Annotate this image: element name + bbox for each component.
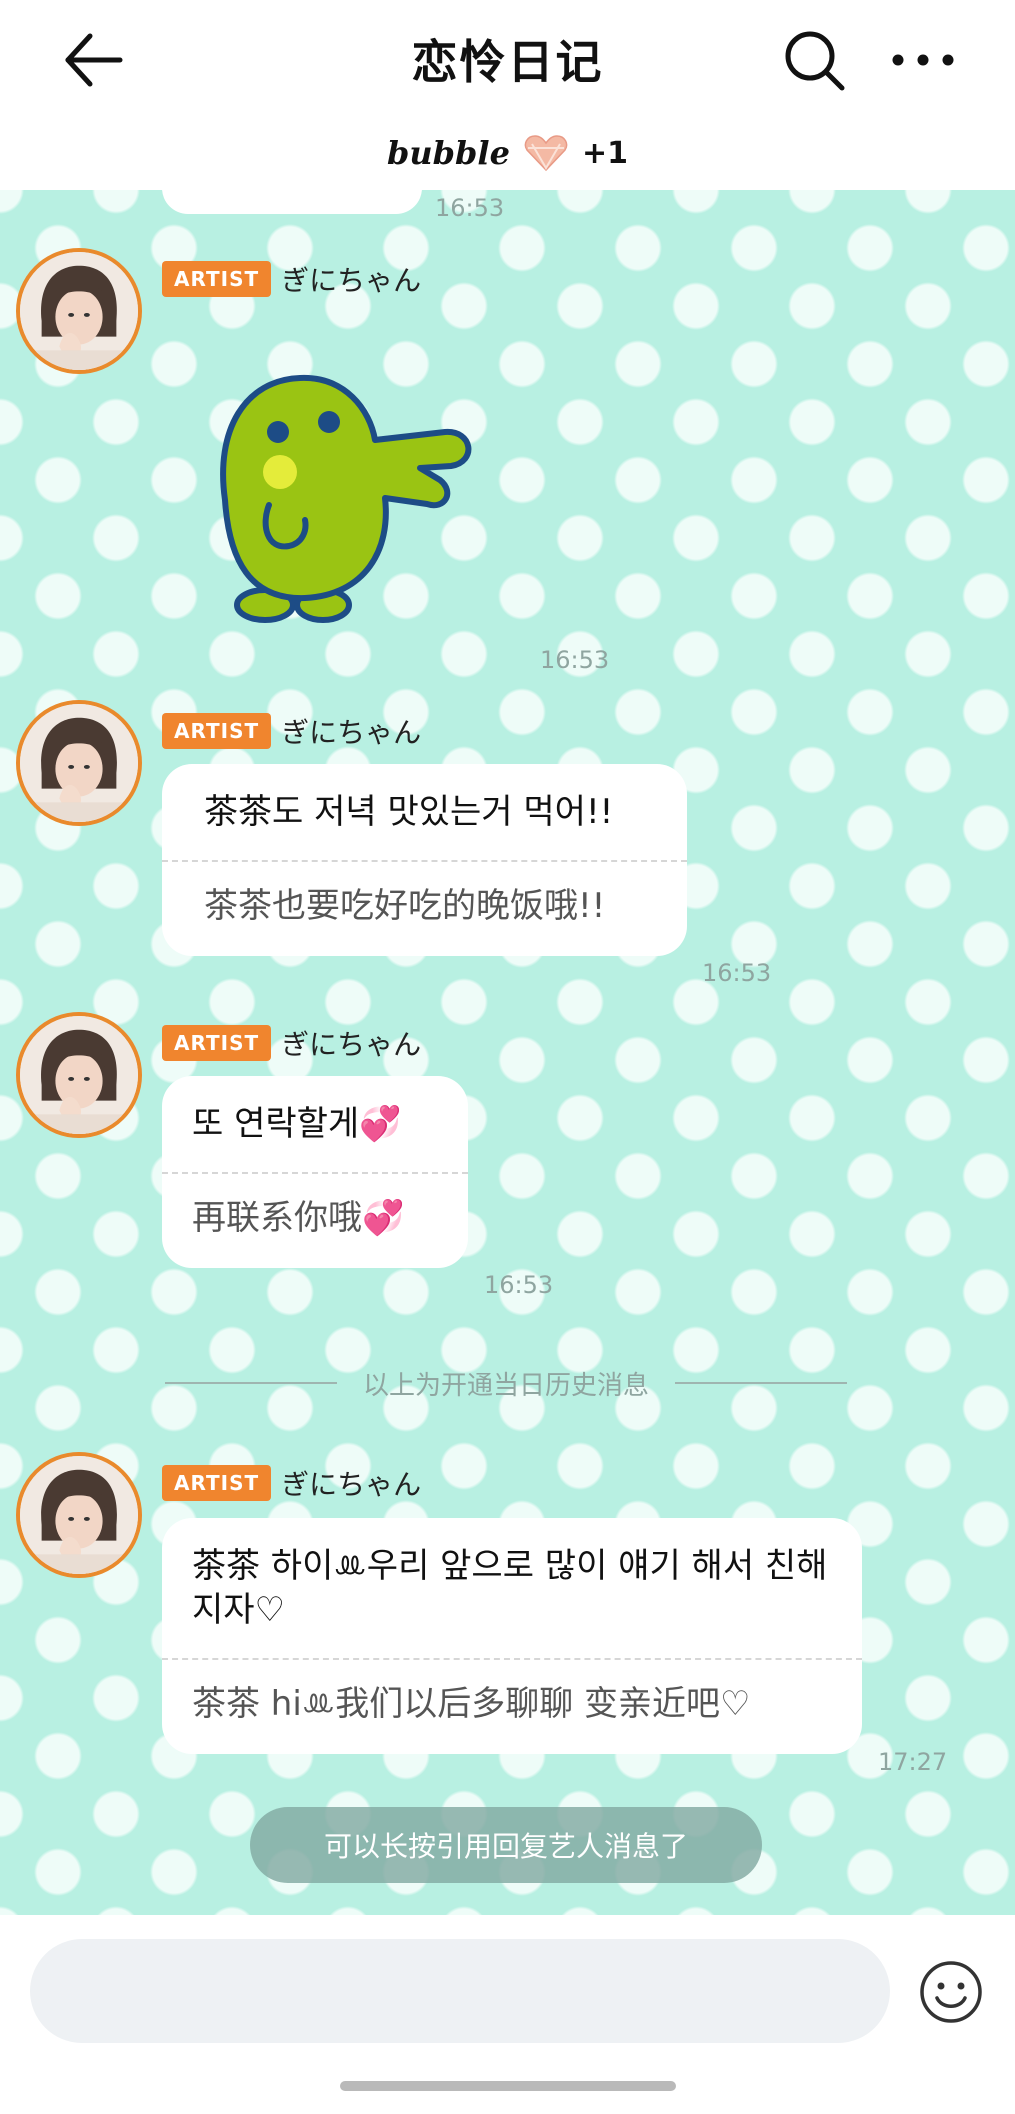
emoji-button[interactable] <box>918 1959 984 2025</box>
message-text-korean: 茶茶 하이ꔛ우리 앞으로 많이 얘기 해서 친해지자♡ <box>192 1546 828 1630</box>
sender-row: ARTIST ぎにちゃん <box>162 1464 421 1502</box>
page-title: 恋怜日记 <box>411 35 604 89</box>
search-button[interactable] <box>780 26 850 96</box>
message-input-bar <box>0 1915 1015 2114</box>
message-text-translation: 茶茶 hiꔛ我们以后多聊聊 变亲近吧♡ <box>192 1684 751 1724</box>
bubble-brand-logo: bubble <box>387 134 510 172</box>
artist-avatar[interactable] <box>16 1012 142 1138</box>
sticker-message[interactable] <box>205 350 485 625</box>
message-time: 16:53 <box>702 959 772 987</box>
message-time: 16:53 <box>435 194 505 222</box>
history-divider: 以上为开通当日历史消息 <box>165 1363 848 1403</box>
sender-name: ぎにちゃん <box>281 716 422 749</box>
history-divider-text: 以上为开通当日历史消息 <box>363 1370 650 1401</box>
search-icon <box>785 31 845 91</box>
message-text-korean: 또 연락할게💞 <box>192 1104 402 1144</box>
message-text-translation: 茶茶也要吃好吃的晚饭哦!! <box>204 886 606 926</box>
avatar-photo <box>20 252 138 370</box>
message-bubble[interactable]: 또 연락할게💞 再联系你哦💞 <box>162 1076 468 1268</box>
artist-avatar[interactable] <box>16 700 142 826</box>
chat-area[interactable]: 16:53 ARTIST ぎにちゃん 16:53 ARTIST ぎにちゃん 茶茶… <box>0 190 1015 1915</box>
sender-row: ARTIST ぎにちゃん <box>162 260 421 298</box>
top-bar: 恋怜日记 bubble +1 <box>0 0 1015 190</box>
sender-row: ARTIST ぎにちゃん <box>162 1024 421 1062</box>
green-bird-sticker <box>220 374 472 623</box>
artist-badge: ARTIST <box>162 261 272 297</box>
artist-avatar[interactable] <box>16 1452 142 1578</box>
home-indicator[interactable] <box>340 2081 676 2091</box>
message-time: 16:53 <box>540 646 610 674</box>
subscription-info: bubble +1 <box>0 128 1015 178</box>
message-input[interactable] <box>30 1939 890 2043</box>
message-bubble[interactable]: 茶茶도 저녁 맛있는거 먹어!! 茶茶也要吃好吃的晚饭哦!! <box>162 764 687 956</box>
divider-line <box>675 1382 848 1384</box>
more-dots-icon <box>892 54 954 66</box>
artist-badge: ARTIST <box>162 713 272 749</box>
divider-line <box>165 1382 337 1384</box>
avatar-photo <box>20 704 138 822</box>
heart-gem-icon <box>524 135 568 172</box>
extra-count: +1 <box>581 135 628 171</box>
quote-reply-hint-toast: 可以长按引用回复艺人消息了 <box>250 1807 762 1883</box>
sender-row: ARTIST ぎにちゃん <box>162 712 421 750</box>
previous-message-bubble[interactable] <box>162 190 422 214</box>
avatar-photo <box>20 1016 138 1134</box>
sender-name: ぎにちゃん <box>281 1028 422 1061</box>
more-button[interactable] <box>888 40 958 80</box>
message-bubble[interactable]: 茶茶 하이ꔛ우리 앞으로 많이 얘기 해서 친해지자♡ 茶茶 hiꔛ我们以后多聊… <box>162 1518 862 1754</box>
message-text-korean: 茶茶도 저녁 맛있는거 먹어!! <box>204 792 614 832</box>
artist-avatar[interactable] <box>16 248 142 374</box>
artist-badge: ARTIST <box>162 1465 272 1501</box>
message-time: 17:27 <box>878 1748 948 1776</box>
message-time: 16:53 <box>484 1271 554 1299</box>
message-text-translation: 再联系你哦💞 <box>192 1198 405 1238</box>
smiley-icon <box>920 1961 982 2023</box>
avatar-photo <box>20 1456 138 1574</box>
sender-name: ぎにちゃん <box>281 264 422 297</box>
sender-name: ぎにちゃん <box>281 1468 422 1501</box>
artist-badge: ARTIST <box>162 1025 272 1061</box>
